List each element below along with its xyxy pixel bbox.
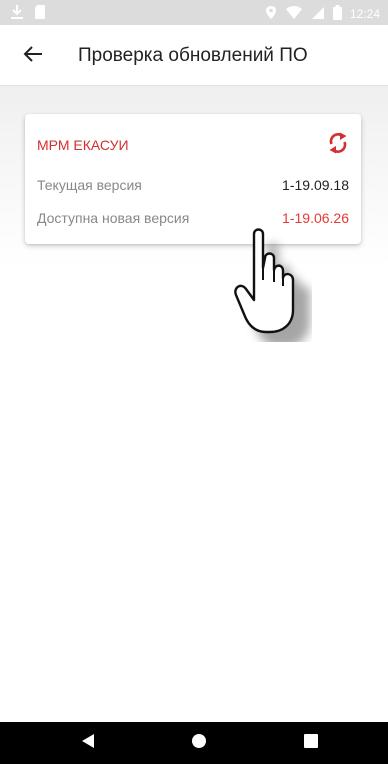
home-circle-icon <box>191 733 207 754</box>
back-triangle-icon <box>81 733 95 754</box>
sd-card-icon <box>34 4 46 23</box>
recents-square-icon <box>304 733 318 753</box>
page-title: Проверка обновлений ПО <box>78 45 308 66</box>
nav-back-button[interactable] <box>78 733 98 753</box>
back-button[interactable] <box>18 41 48 71</box>
location-icon <box>265 5 277 23</box>
hand-pointer-icon <box>232 222 312 348</box>
nav-home-button[interactable] <box>189 733 209 753</box>
current-version-label: Текущая версия <box>37 177 142 193</box>
signal-icon <box>311 6 325 23</box>
status-bar-left <box>10 4 46 23</box>
arrow-left-icon <box>23 45 43 68</box>
status-time: 12:24 <box>349 7 380 21</box>
refresh-button[interactable] <box>325 132 351 158</box>
download-icon <box>10 4 24 23</box>
wifi-icon <box>285 5 303 23</box>
main-content: МРМ ЕКАСУИ Текущая версия 1-19.09.18 Дос… <box>0 86 388 722</box>
navigation-bar <box>0 722 388 764</box>
app-bar: Проверка обновлений ПО <box>0 25 388 86</box>
status-bar: 12:24 <box>0 0 388 25</box>
current-version-value: 1-19.09.18 <box>282 177 349 193</box>
status-bar-right: 12:24 <box>265 5 380 23</box>
battery-icon <box>332 5 342 23</box>
new-version-label: Доступна новая версия <box>37 210 190 226</box>
refresh-icon <box>328 132 348 159</box>
nav-recents-button[interactable] <box>301 733 321 753</box>
card-title: МРМ ЕКАСУИ <box>37 137 129 153</box>
